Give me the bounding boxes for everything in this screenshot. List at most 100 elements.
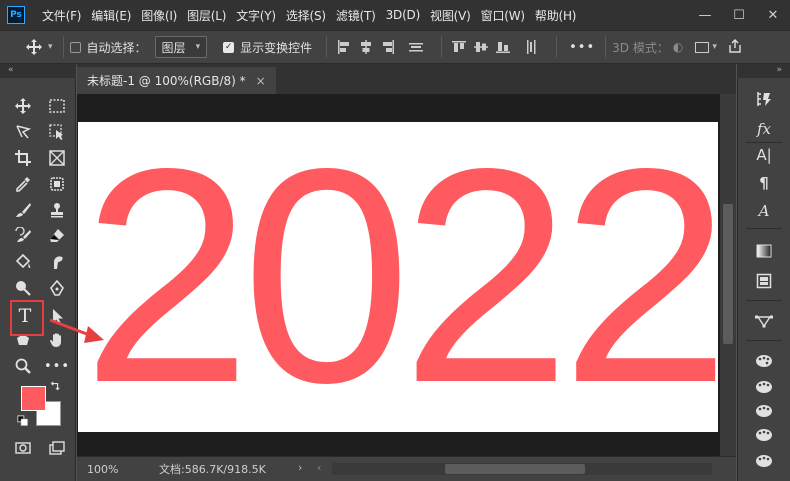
align-right-icon[interactable] <box>377 36 399 58</box>
close-button[interactable]: ✕ <box>756 0 790 30</box>
right-panel-collapse-button[interactable]: » <box>737 64 790 78</box>
history-brush-tool-icon[interactable] <box>10 224 36 248</box>
type-tool-highlight <box>10 300 44 336</box>
swatches-panel-icon-3[interactable] <box>748 400 780 422</box>
swatches-panel-icon[interactable] <box>748 350 780 372</box>
frame-tool-icon[interactable] <box>44 146 70 170</box>
status-bar: 100% 文档:586.7K/918.5K › ‹ <box>77 456 736 481</box>
zoom-level[interactable]: 100% <box>87 463 147 476</box>
pen-tool-icon[interactable] <box>44 276 70 300</box>
window-controls: — ☐ ✕ <box>688 0 790 30</box>
dodge-tool-icon[interactable] <box>10 276 36 300</box>
menu-help[interactable]: 帮助(H) <box>530 7 581 24</box>
menu-layer[interactable]: 图层(L) <box>182 7 231 24</box>
toolbar-collapse-button[interactable]: « <box>0 64 76 78</box>
document-tab-title: 未标题-1 @ 100%(RGB/8) * <box>87 74 246 88</box>
status-info-next-icon[interactable]: › <box>298 461 302 474</box>
paragraph-panel-icon[interactable]: ¶ <box>748 172 780 194</box>
layer-style-icon[interactable]: fx <box>748 118 780 140</box>
divider <box>441 36 443 58</box>
menu-file[interactable]: 文件(F) <box>37 7 86 24</box>
canvas-text-layer[interactable]: 2022 <box>82 122 718 432</box>
align-middle-v-icon[interactable] <box>470 36 492 58</box>
stamp-tool-icon[interactable] <box>44 198 70 222</box>
swatches-panel-icon-5[interactable] <box>748 450 780 472</box>
menu-image[interactable]: 图像(I) <box>136 7 182 24</box>
document-tab[interactable]: 未标题-1 @ 100%(RGB/8) * × <box>77 67 276 94</box>
libraries-panel-icon[interactable] <box>748 270 780 292</box>
distribute-icon[interactable] <box>405 36 427 58</box>
eyedropper-tool-icon[interactable] <box>10 172 36 196</box>
swap-colors-icon[interactable] <box>48 380 62 394</box>
menu-view[interactable]: 视图(V) <box>425 7 476 24</box>
edit-toolbar-button[interactable]: ••• <box>44 354 70 378</box>
history-panel-icon[interactable] <box>748 88 780 110</box>
layer-select-dropdown[interactable]: 图层 ▾ <box>154 36 208 58</box>
move-tool-icon[interactable] <box>10 94 36 118</box>
menu-filter[interactable]: 滤镜(T) <box>331 7 381 24</box>
brush-tool-icon[interactable] <box>10 198 36 222</box>
chevron-down-icon[interactable]: ▾ <box>712 42 717 52</box>
menu-window[interactable]: 窗口(W) <box>476 7 530 24</box>
divider <box>746 142 782 143</box>
horizontal-scrollbar[interactable] <box>332 463 712 475</box>
document-tab-bar: 未标题-1 @ 100%(RGB/8) * × <box>77 64 736 94</box>
screen-mode-icon[interactable] <box>44 436 70 460</box>
minimize-button[interactable]: — <box>688 0 722 30</box>
glyphs-panel-icon[interactable]: A <box>748 200 780 222</box>
photoshop-logo[interactable]: Ps <box>7 6 25 24</box>
red-arrow-annotation <box>49 318 104 343</box>
maximize-button[interactable]: ☐ <box>722 0 756 30</box>
swatches-panel-icon-2[interactable] <box>748 376 780 398</box>
distribute-v-icon[interactable] <box>520 36 542 58</box>
menu-edit[interactable]: 编辑(E) <box>86 7 136 24</box>
menu-select[interactable]: 选择(S) <box>281 7 331 24</box>
divider <box>746 228 782 229</box>
align-top-icon[interactable] <box>448 36 470 58</box>
scroll-left-icon[interactable]: ‹ <box>317 461 321 474</box>
paths-panel-icon[interactable] <box>748 310 780 332</box>
crop-tool-icon[interactable] <box>10 146 36 170</box>
marquee-tool-icon[interactable] <box>44 94 70 118</box>
divider <box>605 36 607 58</box>
align-center-h-icon[interactable] <box>355 36 377 58</box>
spot-healing-tool-icon[interactable] <box>44 172 70 196</box>
show-transform-checkbox[interactable]: ✓ <box>223 41 235 53</box>
share-icon[interactable] <box>727 38 743 57</box>
tools-panel: T ••• <box>0 78 76 481</box>
horizontal-scroll-thumb[interactable] <box>445 464 585 474</box>
character-panel-icon[interactable]: A| <box>748 144 780 166</box>
document-size: 文档:586.7K/918.5K <box>159 463 266 476</box>
chevron-down-icon: ▾ <box>195 42 201 52</box>
foreground-color-swatch[interactable] <box>21 386 46 411</box>
menu-3d[interactable]: 3D(D) <box>381 8 425 22</box>
quick-mask-icon[interactable] <box>10 436 36 460</box>
divider <box>62 36 64 58</box>
paint-bucket-tool-icon[interactable] <box>10 250 36 274</box>
align-left-icon[interactable] <box>333 36 355 58</box>
gradient-panel-icon[interactable] <box>748 240 780 262</box>
auto-select-checkbox[interactable] <box>69 41 81 53</box>
workspace-icon[interactable] <box>695 41 710 53</box>
close-tab-icon[interactable]: × <box>256 74 266 88</box>
vertical-scroll-thumb[interactable] <box>723 204 733 344</box>
eraser-tool-icon[interactable] <box>44 224 70 248</box>
vertical-scrollbar[interactable] <box>720 94 736 456</box>
layer-select-value: 图层 <box>161 40 186 55</box>
menu-type[interactable]: 文字(Y) <box>231 7 281 24</box>
default-colors-icon[interactable] <box>16 414 30 428</box>
smudge-tool-icon[interactable] <box>44 250 70 274</box>
object-select-tool-icon[interactable] <box>44 120 70 144</box>
document-canvas[interactable]: 2022 <box>78 122 718 432</box>
lasso-tool-icon[interactable] <box>10 120 36 144</box>
move-tool-preset-icon[interactable] <box>20 36 48 58</box>
align-bottom-icon[interactable] <box>492 36 514 58</box>
3d-orbit-icon[interactable]: ◐ <box>673 40 683 54</box>
swatches-panel-icon-4[interactable] <box>748 424 780 446</box>
divider <box>746 340 782 341</box>
more-options-button[interactable]: ••• <box>569 40 595 55</box>
canvas-area[interactable]: 2022 <box>77 94 720 456</box>
zoom-tool-icon[interactable] <box>10 354 36 378</box>
right-panel-dock: fx A| ¶ A <box>737 78 790 481</box>
chevron-down-icon[interactable]: ▾ <box>48 42 53 52</box>
